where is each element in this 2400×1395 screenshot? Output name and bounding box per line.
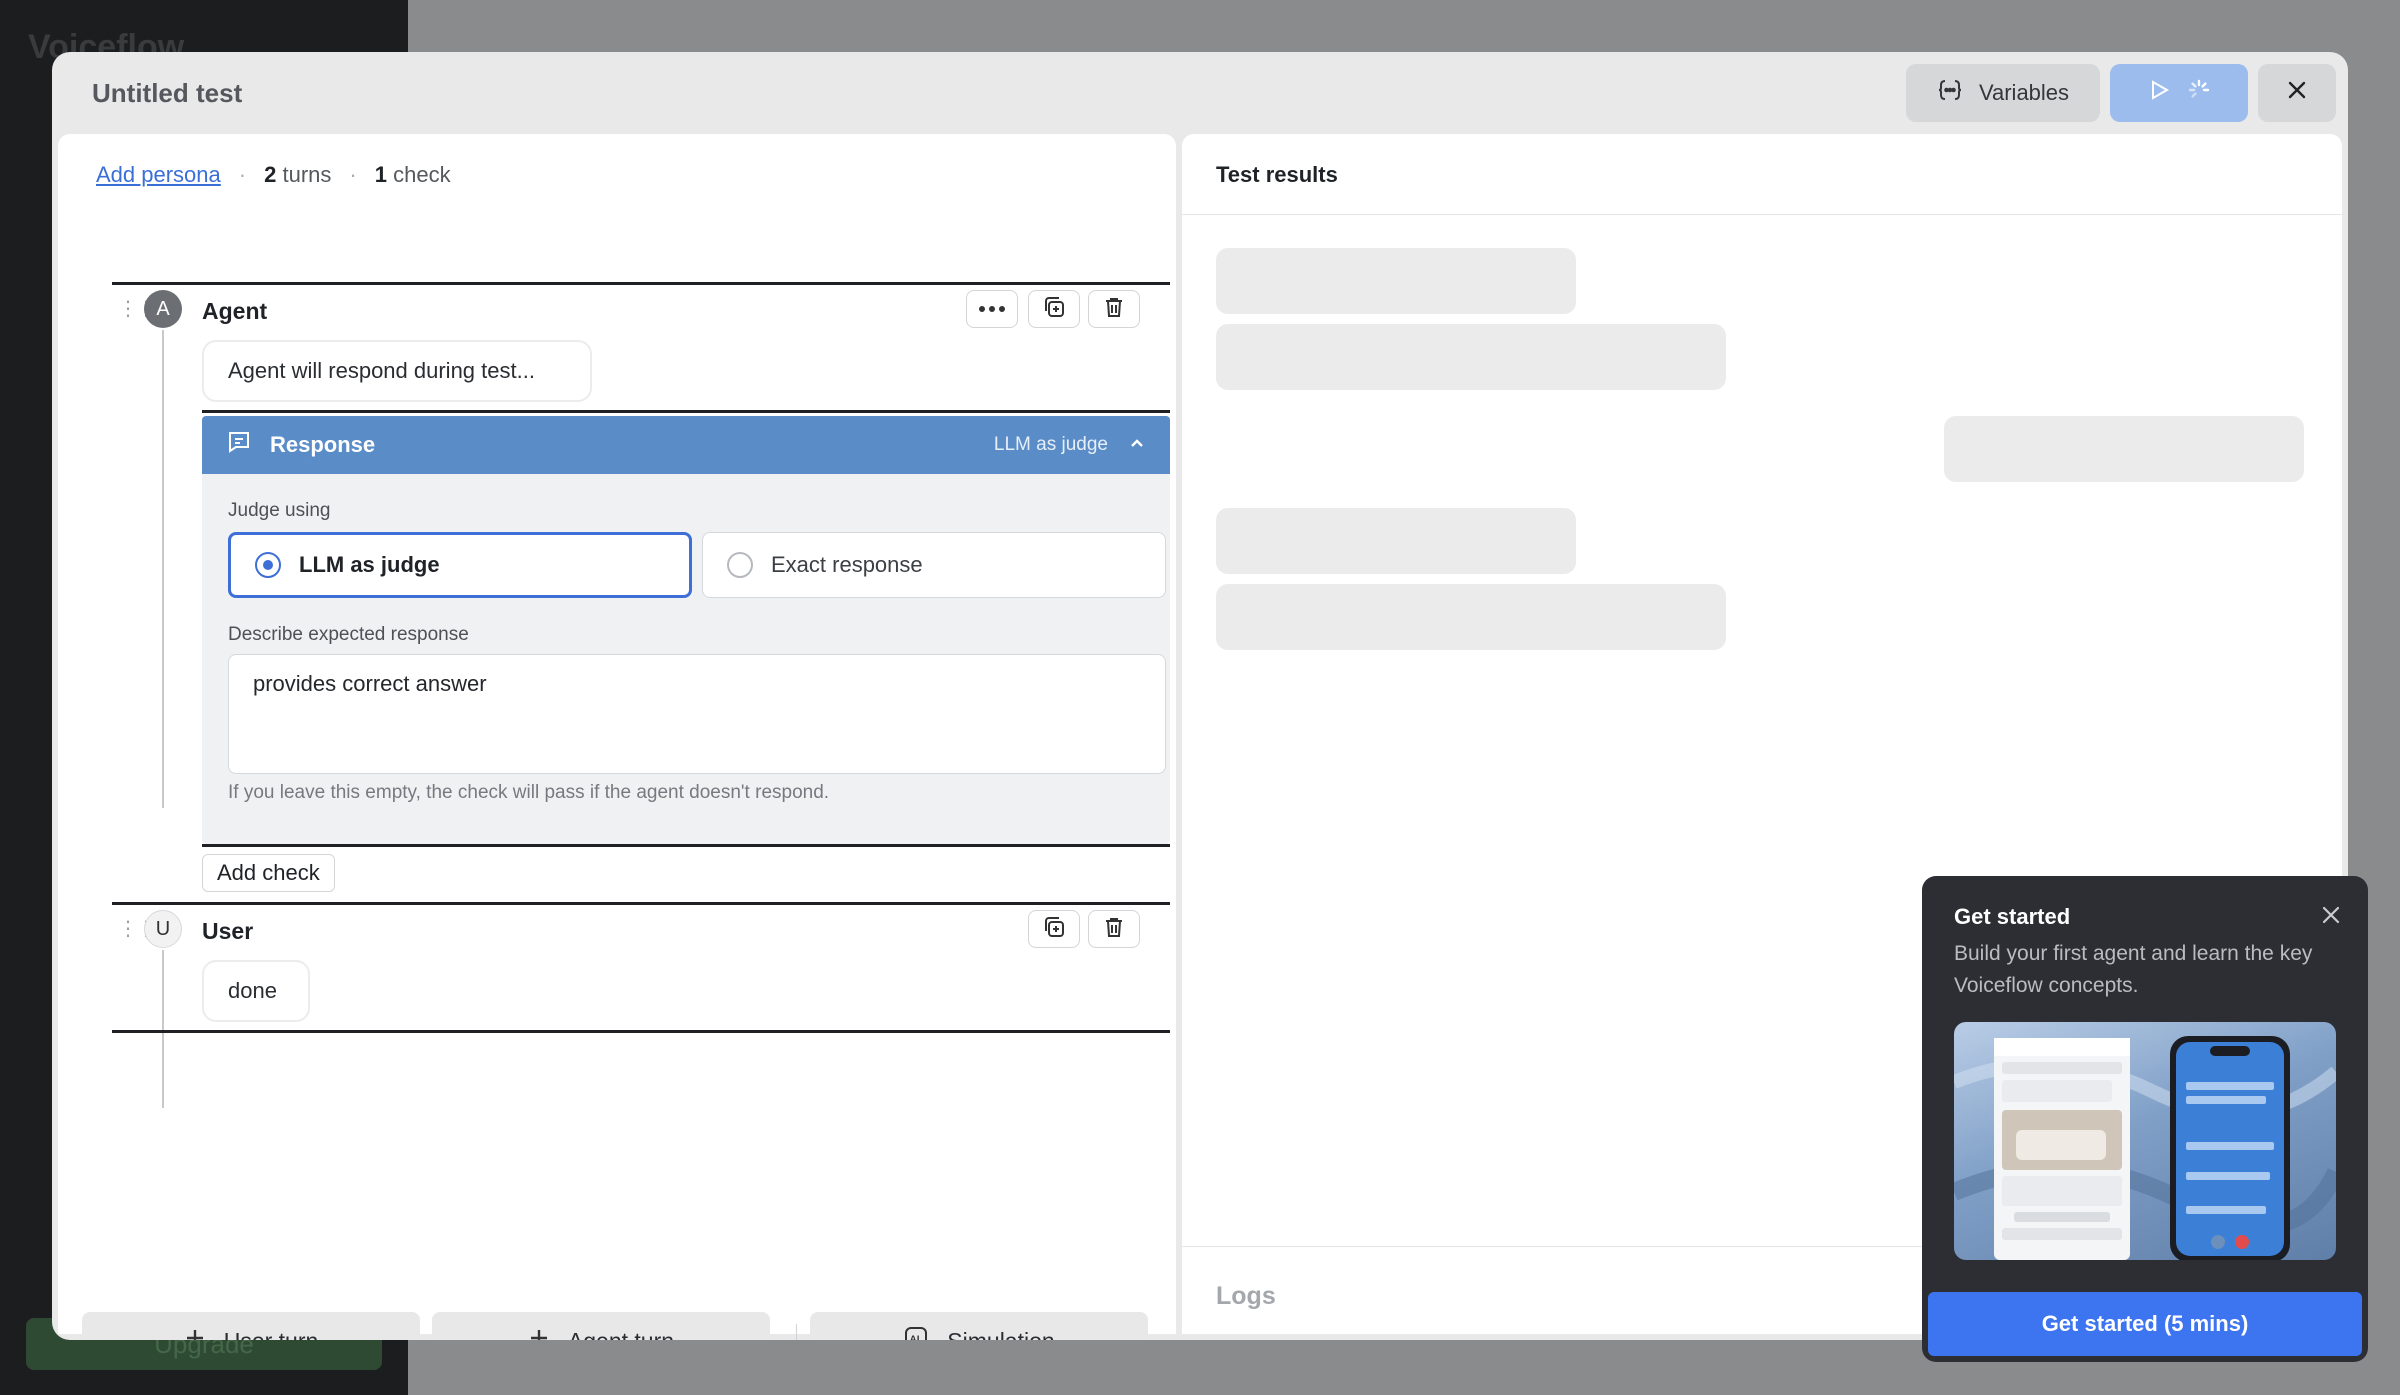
agent-turn-label: Agent <box>202 298 268 324</box>
skeleton-message <box>1216 508 1576 574</box>
agent-turn-label: Agent turn <box>568 1328 674 1341</box>
check-divider-bottom <box>202 844 1170 847</box>
add-persona-link[interactable]: Add persona <box>96 162 221 188</box>
user-avatar: U <box>144 910 182 948</box>
skeleton-message <box>1216 584 1726 650</box>
more-icon <box>978 300 1006 318</box>
get-started-button[interactable]: Get started (5 mins) <box>1928 1292 2362 1356</box>
radio-unselected-icon <box>727 552 753 578</box>
expected-response-label: Describe expected response <box>228 624 469 645</box>
delete-turn-button[interactable] <box>1088 910 1140 948</box>
turn-divider <box>112 902 1170 905</box>
message-icon <box>226 429 252 461</box>
user-turn-label: User <box>202 918 254 944</box>
get-started-preview-image <box>1954 1022 2336 1260</box>
check-header[interactable]: Response LLM as judge <box>202 416 1170 474</box>
variables-icon <box>1937 77 1963 109</box>
judge-using-label: Judge using <box>228 500 331 521</box>
simulation-label: Simulation <box>947 1328 1054 1341</box>
loading-spinner-icon <box>2187 78 2211 108</box>
response-check-card: Response LLM as judge Judge using LLM as… <box>202 416 1170 844</box>
duplicate-icon <box>1042 295 1066 324</box>
turn-divider <box>112 1030 1170 1033</box>
logs-label[interactable]: Logs <box>1216 1282 1276 1311</box>
plus-icon <box>528 1327 550 1340</box>
exact-response-label: Exact response <box>771 552 923 577</box>
simulation-button[interactable]: AI Simulation <box>810 1312 1148 1340</box>
svg-text:AI: AI <box>910 1335 920 1341</box>
close-icon <box>2286 79 2308 107</box>
add-agent-turn-button[interactable]: Agent turn <box>432 1312 770 1340</box>
expected-response-input[interactable]: provides correct answer <box>228 654 1166 774</box>
variables-button[interactable]: Variables <box>1906 64 2100 122</box>
test-summary: Add persona · 2 turns · 1 check <box>96 162 451 188</box>
duplicate-icon <box>1042 915 1066 944</box>
get-started-popover: Get started Build your first agent and l… <box>1922 876 2368 1362</box>
skeleton-message <box>1216 248 1576 314</box>
turn-divider <box>112 282 1170 285</box>
more-options-button[interactable] <box>966 290 1018 328</box>
close-icon[interactable] <box>2320 904 2342 931</box>
turns-summary: 2 turns <box>264 162 332 187</box>
test-title[interactable]: Untitled test <box>92 78 242 109</box>
trash-icon <box>1102 915 1126 944</box>
modal-header: Untitled test Variables <box>52 52 2348 134</box>
agent-message-bubble: Agent will respond during test... <box>202 340 592 402</box>
delete-turn-button[interactable] <box>1088 290 1140 328</box>
plus-icon <box>184 1327 206 1340</box>
close-modal-button[interactable] <box>2258 64 2336 122</box>
test-results-title: Test results <box>1216 162 1338 187</box>
turn-connector <box>162 330 164 808</box>
radio-selected-icon <box>255 552 281 578</box>
skeleton-message <box>1944 416 2304 482</box>
agent-avatar: A <box>144 290 182 328</box>
duplicate-turn-button[interactable] <box>1028 290 1080 328</box>
checks-summary: 1 check <box>374 162 451 187</box>
duplicate-turn-button[interactable] <box>1028 910 1080 948</box>
trash-icon <box>1102 295 1126 324</box>
ai-icon: AI <box>903 1325 929 1340</box>
button-separator <box>796 1324 797 1340</box>
llm-judge-label: LLM as judge <box>299 552 440 577</box>
expected-response-hint: If you leave this empty, the check will … <box>228 782 830 803</box>
variables-label: Variables <box>1978 80 2070 105</box>
play-icon <box>2147 78 2171 108</box>
skeleton-message <box>1216 324 1726 390</box>
user-message-bubble[interactable]: done <box>202 960 310 1022</box>
get-started-title: Get started <box>1954 904 2071 929</box>
exact-response-option[interactable]: Exact response <box>702 532 1166 598</box>
check-title: Response <box>270 432 376 457</box>
check-mode: LLM as judge <box>993 434 1108 455</box>
test-editor-panel: Add persona · 2 turns · 1 check ⋮⋮ A Age… <box>58 134 1176 1340</box>
llm-judge-option[interactable]: LLM as judge <box>228 532 692 598</box>
get-started-description: Build your first agent and learn the key… <box>1954 942 2313 997</box>
user-turn-label: User turn <box>224 1328 319 1341</box>
add-check-button[interactable]: Add check <box>202 854 335 892</box>
chevron-up-icon[interactable] <box>1128 432 1146 458</box>
add-user-turn-button[interactable]: User turn <box>82 1312 420 1340</box>
turn-connector <box>162 950 164 1108</box>
run-test-button[interactable] <box>2110 64 2248 122</box>
check-divider <box>202 410 1170 413</box>
